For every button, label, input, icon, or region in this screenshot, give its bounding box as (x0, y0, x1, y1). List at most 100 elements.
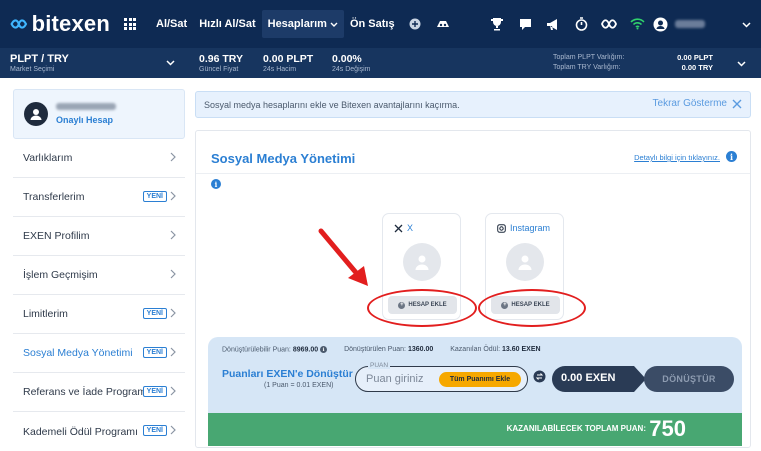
sidebar-item-label: Varlıklarım (23, 152, 73, 164)
social-media-panel: Sosyal Medya Yönetimi Detaylı bilgi için… (195, 130, 751, 448)
trophy-button[interactable] (483, 10, 511, 38)
add-all-points-button[interactable]: Tüm Puanımı Ekle (439, 372, 521, 387)
converted-points-value: 1360.00 (407, 346, 434, 353)
sidebar-item-history[interactable]: İşlem Geçmişim (13, 256, 185, 295)
new-badge: YENİ (142, 308, 167, 319)
info-banner: Sosyal medya hesaplarını ekle ve Bitexen… (195, 91, 751, 118)
timer-button[interactable] (567, 10, 595, 38)
info-icon[interactable]: i (320, 346, 328, 353)
nav-buy-sell[interactable]: Al/Sat (150, 10, 193, 38)
profile-name-redacted (56, 103, 116, 110)
apps-grid-icon[interactable] (124, 18, 136, 30)
convert-button[interactable]: DÖNÜŞTÜR (644, 366, 734, 392)
conversion-rate: (1 Puan = 0.01 EXEN) (264, 382, 334, 389)
earnable-points-value: 750 (649, 416, 686, 441)
nav-accounts-label: Hesaplarım (267, 18, 327, 30)
nav-promo-icon[interactable] (401, 10, 429, 38)
stopwatch-icon (575, 17, 587, 31)
market-selector[interactable]: PLPT / TRY Market Seçimi (10, 53, 69, 73)
x-card-title: X (407, 223, 414, 233)
sidebar-item-limits[interactable]: Limitlerim YENİ (13, 295, 185, 334)
asset-try-value: 0.00 TRY (681, 63, 713, 72)
chevron-down-icon[interactable] (736, 58, 747, 69)
user-icon (415, 255, 429, 270)
earnable-points-label: KAZANILABİLECEK TOPLAM PUAN: (506, 424, 646, 433)
instagram-card-title: Instagram (510, 223, 551, 233)
divider (196, 173, 750, 174)
user-icon (30, 109, 42, 120)
swap-icon (533, 370, 546, 383)
trophy-icon (491, 18, 503, 31)
sidebar-item-rewards[interactable]: Kademeli Ödül Programı YENİ (13, 412, 185, 451)
sidebar-item-social-media[interactable]: Sosyal Medya Yönetimi YENİ (13, 334, 185, 373)
sidebar-item-referral[interactable]: Referans ve İade Programı YENİ (13, 373, 185, 412)
detail-info-link[interactable]: Detaylı bilgi için tıklayınız. (634, 153, 720, 162)
stat-volume-label: 24s Hacim (263, 66, 297, 73)
banner-text: Sosyal medya hesaplarını ekle ve Bitexen… (204, 99, 460, 110)
annotation-arrow-icon (318, 228, 368, 286)
stat-volume-value: 0.00 PLPT (263, 53, 314, 65)
highlight-ring (367, 289, 477, 327)
nav-quick-buy-sell[interactable]: Hızlı Al/Sat (193, 10, 261, 38)
user-icon (653, 17, 667, 31)
stat-price-label: Güncel Fiyat (199, 66, 239, 73)
points-input[interactable]: Puan giriniz (366, 373, 423, 385)
stat-price: 0.96 TRY Güncel Fiyat (199, 53, 243, 73)
chevron-right-icon (170, 425, 176, 435)
chevron-down-icon (330, 22, 338, 27)
news-button[interactable] (511, 10, 539, 38)
info-icon[interactable]: i (726, 151, 737, 162)
chevron-right-icon (170, 269, 176, 279)
user-menu-button[interactable] (651, 10, 669, 38)
stat-volume: 0.00 PLPT 24s Hacim (263, 53, 313, 73)
top-navbar: bitexen Al/Sat Hızlı Al/Sat Hesaplarım Ö… (0, 0, 761, 48)
nav-games-icon[interactable] (429, 10, 457, 38)
market-bar: PLPT / TRY Market Seçimi 0.96 TRY Güncel… (0, 48, 761, 78)
chevron-down-icon[interactable] (165, 57, 176, 68)
chevron-right-icon (170, 191, 176, 201)
bitexen-logo-icon (10, 19, 28, 29)
page-title: Sosyal Medya Yönetimi (211, 151, 356, 166)
x-card-header: X (394, 223, 413, 233)
user-dropdown[interactable] (731, 10, 761, 38)
chevron-right-icon (170, 152, 176, 162)
x-logo-icon (394, 224, 403, 232)
market-pair-sub: Market Seçimi (10, 66, 55, 73)
total-earnable-points: KAZANILABİLECEK TOPLAM PUAN: 750 (208, 413, 742, 446)
earned-reward-value: 13.60 EXEN (502, 346, 541, 353)
sidebar-item-label: Sosyal Medya Yönetimi (23, 347, 133, 359)
dismiss-label: Tekrar Gösterme (652, 98, 727, 109)
exen-logo-icon (601, 19, 617, 29)
gift-icon (409, 18, 421, 30)
nav-presale[interactable]: Ön Satış (344, 10, 401, 38)
dismiss-banner-button[interactable]: Tekrar Gösterme (653, 98, 742, 109)
sidebar-item-label: Limitlerim (23, 308, 68, 320)
instagram-icon (497, 223, 506, 233)
convert-title: Puanları EXEN'e Dönüştür (222, 368, 353, 380)
avatar (24, 102, 48, 126)
earned-reward-label: Kazanılan Ödül: (450, 346, 501, 353)
exen-button[interactable] (595, 10, 623, 38)
sidebar-item-label: EXEN Profilim (23, 230, 90, 242)
user-icon (518, 255, 532, 270)
market-pair: PLPT / TRY (10, 53, 69, 65)
sidebar-item-assets[interactable]: Varlıklarım (13, 139, 185, 178)
chevron-right-icon (170, 308, 176, 318)
sidebar-item-label: Transferlerim (23, 191, 85, 203)
announcements-button[interactable] (539, 10, 567, 38)
new-badge: YENİ (142, 191, 167, 202)
info-icon[interactable]: i (211, 179, 221, 189)
brand-logo[interactable]: bitexen (10, 11, 110, 37)
sidebar-item-transfers[interactable]: Transferlerim YENİ (13, 178, 185, 217)
asset-try-label: Toplam TRY Varlığım: (553, 64, 621, 71)
nav-accounts[interactable]: Hesaplarım (261, 10, 344, 38)
sidebar-item-exen-profile[interactable]: EXEN Profilim (13, 217, 185, 256)
chevron-right-icon (170, 386, 176, 396)
wifi-icon (629, 18, 645, 30)
points-legend: PUAN (368, 362, 391, 369)
chevron-down-icon (741, 21, 751, 28)
new-badge: YENİ (142, 386, 167, 397)
profile-card[interactable]: Onaylı Hesap (13, 89, 185, 139)
earned-reward: Kazanılan Ödül: 13.60 EXEN (450, 346, 540, 353)
converted-points-label: Dönüştürülen Puan: (344, 346, 406, 353)
